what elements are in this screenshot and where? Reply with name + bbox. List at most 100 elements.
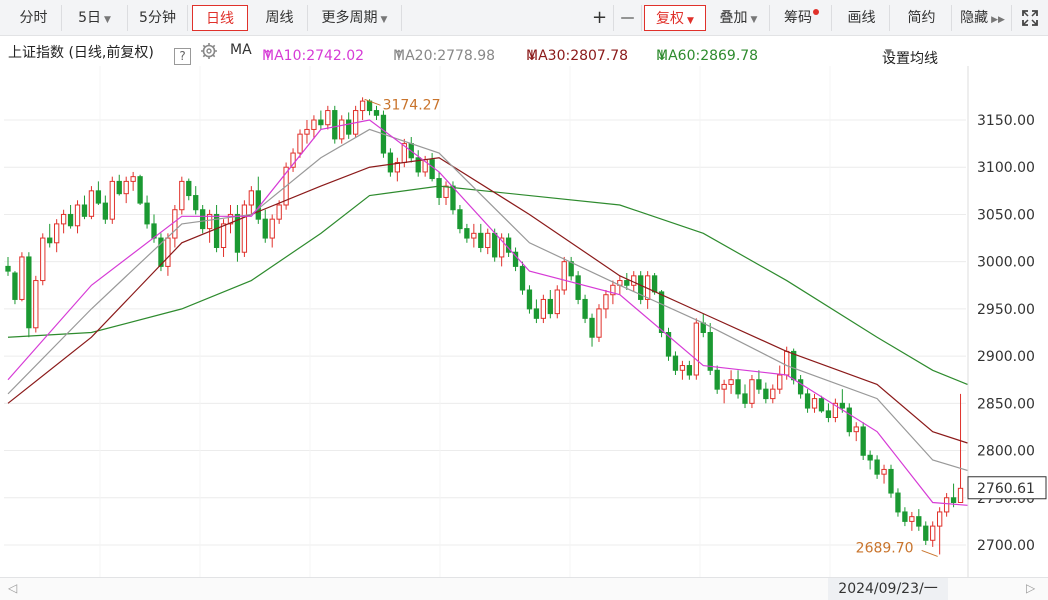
tab-5min-label: 5分钟: [139, 10, 176, 26]
chevron-down-icon: ▼: [104, 15, 111, 25]
candlestick-chart[interactable]: 3150.00 3100.00 3050.00 3000.00 2950.00 2900.…: [0, 66, 1048, 577]
double-chevron-right-icon: ▶▶: [991, 15, 1005, 25]
ma20-text: MA20:2778.98: [393, 48, 496, 64]
huaxian-label: 画线: [847, 10, 876, 26]
candle-body: [269, 218, 275, 239]
tab-zhouxian-label: 周线: [265, 10, 294, 26]
candle-body: [909, 516, 915, 522]
candle-body: [679, 365, 686, 371]
candle-body: [825, 410, 832, 418]
candle-body: [325, 110, 331, 126]
candle-body: [943, 497, 950, 513]
notification-dot-icon: [813, 9, 819, 15]
candle-body: [81, 204, 88, 217]
tab-fenshi[interactable]: 分时: [6, 5, 62, 31]
candle-body: [735, 379, 741, 395]
candle-body: [950, 497, 957, 503]
zoom-out-button[interactable]: —: [614, 5, 642, 31]
arrow-down-icon: ↓: [526, 48, 538, 64]
candle-body: [200, 209, 206, 230]
fuquan-button[interactable]: 复权 ▼: [644, 5, 706, 31]
y-tick-label: 3150.00: [977, 113, 1035, 129]
candle-body: [457, 209, 463, 230]
candle-body: [373, 110, 380, 116]
candle-body: [791, 350, 797, 381]
tab-more-periods[interactable]: 更多周期 ▼: [308, 5, 402, 31]
candle-body: [957, 487, 964, 504]
tab-5ri[interactable]: 5日 ▼: [62, 5, 128, 31]
candle-body: [797, 379, 804, 395]
candle-body: [777, 374, 783, 390]
minus-icon: —: [620, 10, 635, 26]
candle-body: [728, 379, 734, 385]
cursor-date: 2024/09/23/一: [828, 578, 948, 600]
candle-body: [554, 289, 560, 315]
scroll-right-button[interactable]: ▷: [1026, 581, 1035, 595]
tab-rixian[interactable]: 日线: [192, 5, 248, 31]
ma60-line: [7, 185, 968, 386]
candle-body: [359, 100, 366, 112]
candle-body: [881, 468, 887, 475]
tab-zhouxian[interactable]: 周线: [252, 5, 308, 31]
candle-body: [248, 190, 255, 206]
chevron-down-icon: ▼: [885, 48, 892, 58]
candle-body: [193, 195, 199, 211]
candle-body: [519, 265, 526, 291]
candle-body: [686, 365, 693, 376]
candle-body: [311, 119, 317, 130]
candle-body: [784, 350, 790, 376]
candle-body: [429, 159, 435, 180]
tab-rixian-label: 日线: [206, 11, 234, 27]
candle-body: [144, 202, 150, 225]
expand-icon: [1022, 10, 1038, 26]
candle-body: [603, 294, 609, 310]
settings-gear[interactable]: [200, 42, 218, 64]
candle-body: [714, 369, 720, 390]
candle-body: [123, 180, 129, 195]
candle-body: [492, 232, 498, 258]
zoom-in-button[interactable]: +: [586, 5, 614, 31]
chevron-down-icon: ▼: [750, 15, 758, 25]
diejia-button[interactable]: 叠加 ▼: [708, 5, 770, 31]
candle-body: [116, 180, 122, 195]
chouma-button[interactable]: 筹码: [772, 5, 832, 31]
candle-body: [332, 110, 338, 140]
candle-body: [95, 190, 102, 204]
candle-body: [109, 180, 115, 220]
candle-body: [568, 261, 574, 277]
candle-body: [262, 218, 268, 239]
arrow-down-icon: ↓: [656, 48, 668, 64]
plus-icon: +: [591, 7, 608, 28]
huaxian-button[interactable]: 画线: [834, 5, 890, 31]
time-axis-bar: ◁ ▷ 2024/09/23/一: [0, 577, 1048, 600]
indicator-bar: 上证指数 (日线,前复权) ? MA MA10:2742.02 ↑ MA20:2…: [0, 36, 1048, 67]
y-tick-label: 2900.00: [977, 349, 1035, 365]
candle-body: [5, 265, 11, 272]
yincang-button[interactable]: 隐藏 ▶▶: [954, 5, 1012, 31]
help-icon: ?: [174, 48, 191, 65]
candle-body: [631, 275, 637, 286]
y-tick-label: 3100.00: [977, 160, 1035, 176]
candle-body: [860, 426, 866, 456]
ma-label: MA: [230, 42, 252, 58]
candle-body: [561, 261, 567, 291]
candle-body: [839, 402, 845, 409]
candle-body: [818, 398, 825, 412]
y-tick-label: 2700.00: [977, 538, 1035, 554]
candle-body: [846, 407, 852, 433]
tab-5min[interactable]: 5分钟: [128, 5, 188, 31]
candle-body: [464, 228, 470, 239]
scroll-left-button[interactable]: ◁: [8, 581, 17, 595]
candle-body: [930, 525, 936, 541]
candle-body: [895, 492, 901, 513]
candle-body: [74, 204, 81, 227]
tab-more-periods-label: 更多周期: [321, 10, 378, 26]
jianyue-button[interactable]: 简约: [892, 5, 952, 31]
expand-button[interactable]: [1016, 5, 1044, 31]
candle-body: [443, 185, 449, 198]
candle-body: [804, 393, 811, 409]
candle-body: [67, 213, 74, 227]
ma10-text: MA10:2742.02: [262, 48, 365, 64]
candle-body: [339, 119, 345, 140]
candle-body: [478, 232, 484, 248]
